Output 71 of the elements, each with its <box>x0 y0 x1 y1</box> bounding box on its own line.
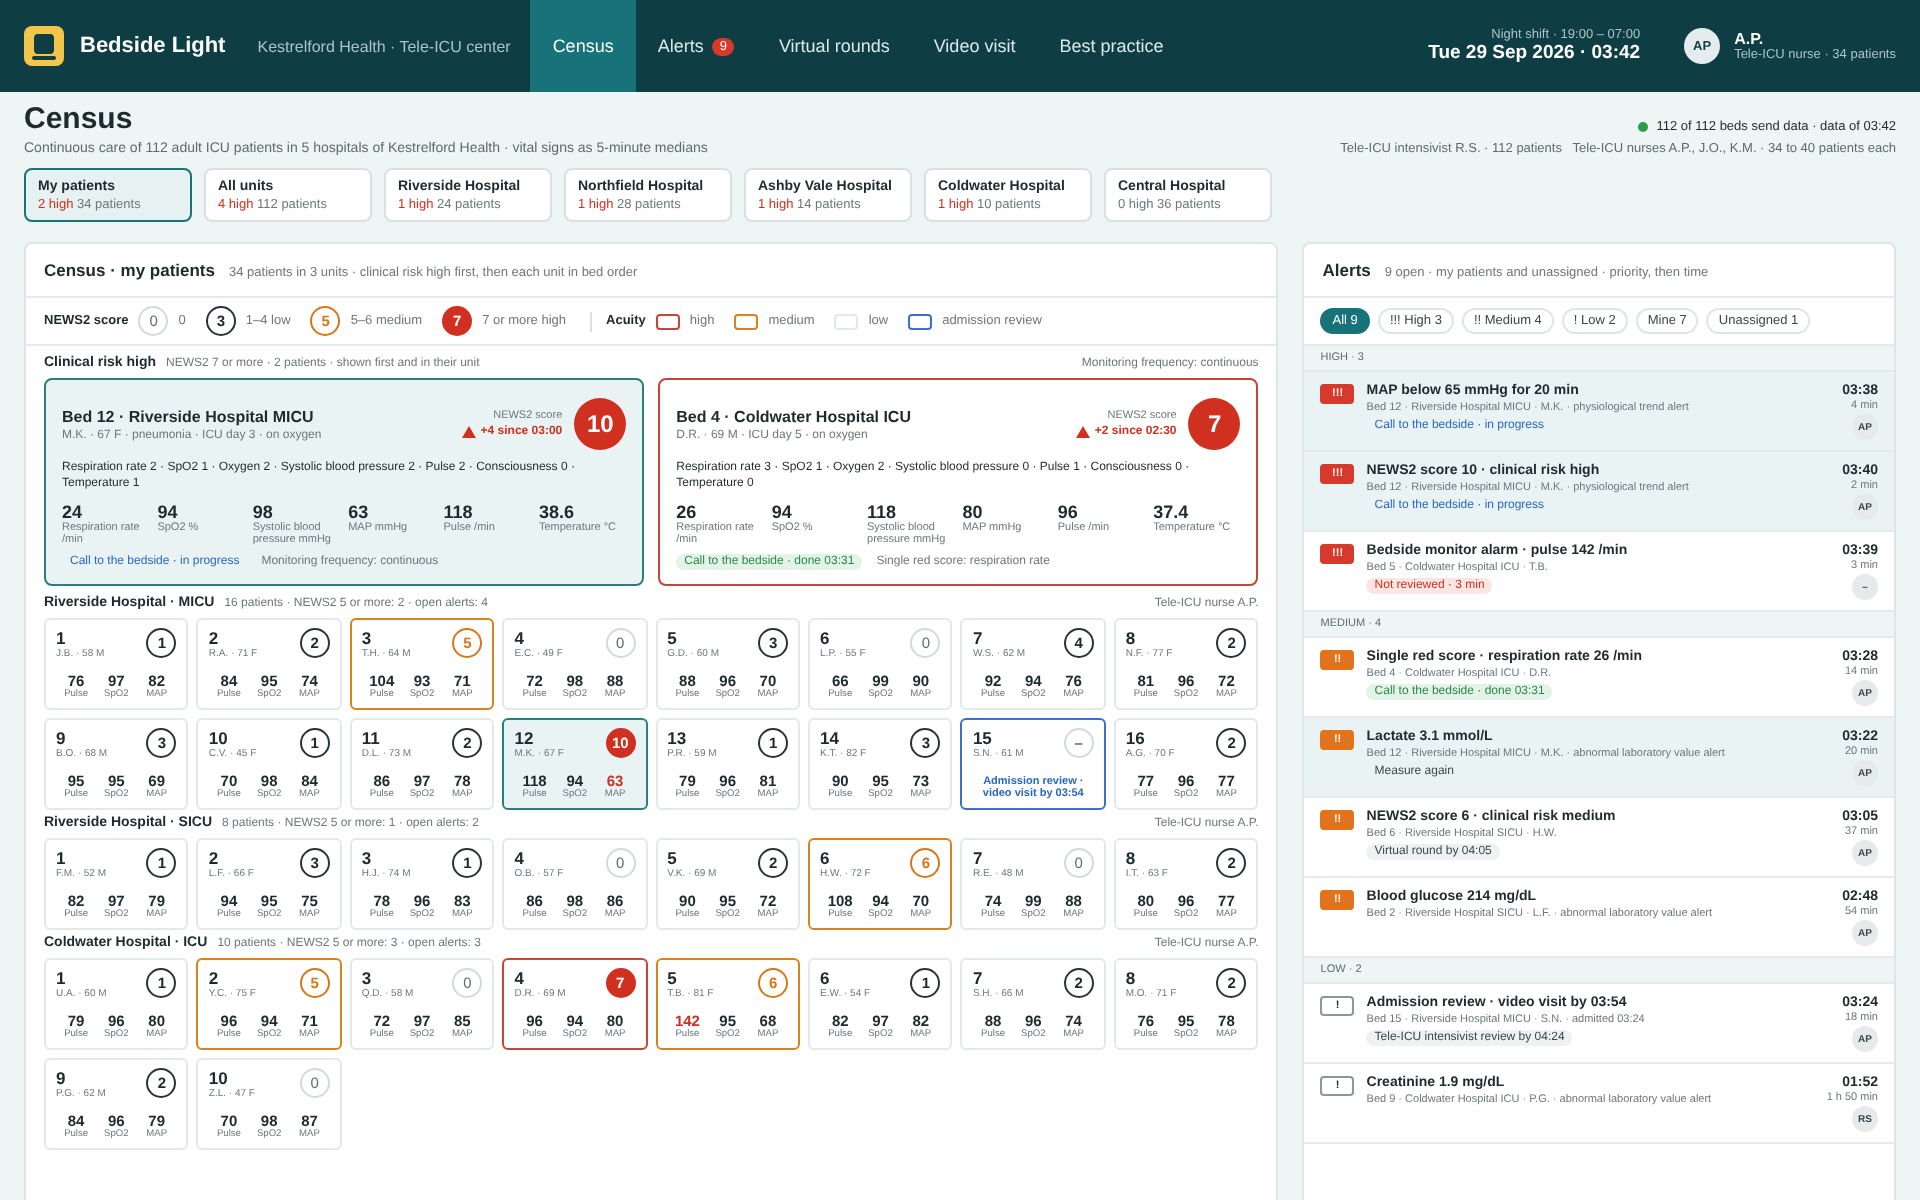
bed-number: 12 <box>514 728 536 749</box>
vital-value: 96 <box>1057 501 1080 522</box>
bed-number: 8 <box>1125 968 1138 989</box>
bed-number: 15 <box>972 728 994 749</box>
nav-tab[interactable]: Best practice <box>1037 0 1186 92</box>
bed-number: 5 <box>667 968 679 989</box>
bed-number: 3 <box>361 848 374 869</box>
bed-number: 1 <box>56 848 68 869</box>
vital-value: 94 <box>771 501 794 522</box>
bed-number: 8 <box>1125 628 1138 649</box>
bed-number: 5 <box>667 848 679 869</box>
bed-number: 16 <box>1125 728 1147 749</box>
bed-number: 6 <box>820 848 832 869</box>
bed-number: 8 <box>1125 848 1138 869</box>
date-time: Tue 29 Sep 2026 · 03:42 <box>1428 42 1641 64</box>
bed-number: 9 <box>56 1068 68 1089</box>
vital-value: 98 <box>252 501 275 522</box>
bed-number: 10 <box>208 728 230 749</box>
bed-number: 2 <box>208 848 221 869</box>
patient-card[interactable] <box>658 378 1259 587</box>
bed-number: 10 <box>208 1068 230 1089</box>
bed-number: 6 <box>820 968 832 989</box>
acuity-swatch <box>908 313 933 329</box>
nav-tab[interactable]: Virtual rounds <box>756 0 912 92</box>
bed-number: 6 <box>820 628 832 649</box>
vital-value: 118 <box>443 501 475 522</box>
bed-number: 1 <box>56 628 68 649</box>
up-triangle-icon <box>462 426 477 438</box>
acuity-swatch <box>655 313 680 329</box>
vital-value: 38.6 <box>538 501 576 522</box>
score-badge: 7 <box>1188 398 1241 450</box>
card-title: Bed 4 · Coldwater Hospital ICU <box>676 407 913 425</box>
vital-value: 26 <box>676 501 699 522</box>
status-dot <box>1638 122 1649 132</box>
page-title: Census <box>24 102 135 136</box>
vital-value: 24 <box>62 501 85 522</box>
acuity-swatch <box>834 313 859 329</box>
nav-tab[interactable]: Census <box>530 0 636 92</box>
nav-tab[interactable]: Video visit <box>911 0 1038 92</box>
panel-title: Census · my patients <box>44 260 215 280</box>
bed-number: 7 <box>972 628 985 649</box>
bed-number: 9 <box>56 728 68 749</box>
user-name: A.P. <box>1734 30 1766 48</box>
bed-number: 13 <box>667 728 689 749</box>
bed-number: 14 <box>820 728 842 749</box>
bed-number: 4 <box>514 848 526 869</box>
vital-value: 37.4 <box>1153 501 1191 522</box>
app-name: Bedside Light <box>80 34 226 58</box>
vital-value: 80 <box>962 501 985 522</box>
bed-number: 5 <box>667 628 679 649</box>
bed-number: 11 <box>361 728 382 749</box>
bed-number: 4 <box>514 628 526 649</box>
bed-number: 2 <box>208 968 221 989</box>
score-badge: 10 <box>574 398 627 450</box>
vital-value: 118 <box>867 501 899 522</box>
patient-card[interactable] <box>44 378 645 587</box>
acuity-swatch <box>734 313 759 329</box>
bed-number: 7 <box>972 968 985 989</box>
card-title: Bed 12 · Riverside Hospital MICU <box>62 407 316 425</box>
vital-value: 63 <box>348 501 371 522</box>
panel-title: Alerts <box>1322 260 1371 280</box>
vital-value: 94 <box>157 501 180 522</box>
bed-number: 4 <box>514 968 526 989</box>
bed-number: 7 <box>972 848 985 869</box>
organization-name: Kestrelford Health · Tele-ICU center <box>257 37 511 55</box>
bed-number: 1 <box>56 968 68 989</box>
bed-number: 2 <box>208 628 221 649</box>
up-triangle-icon <box>1076 426 1091 438</box>
bed-number: 3 <box>361 628 374 649</box>
bed-number: 3 <box>361 968 374 989</box>
logo-icon <box>24 26 64 66</box>
